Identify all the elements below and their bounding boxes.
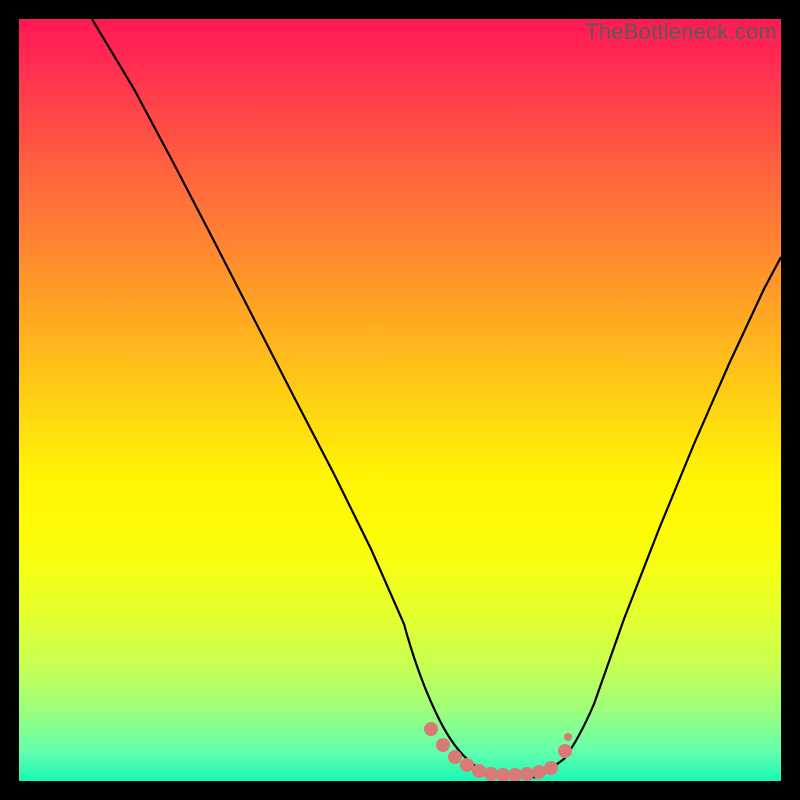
chart-svg (19, 19, 781, 781)
watermark-text: TheBottleneck.com (585, 19, 777, 45)
bottleneck-curve (92, 19, 781, 777)
chart-frame: TheBottleneck.com (19, 19, 781, 781)
